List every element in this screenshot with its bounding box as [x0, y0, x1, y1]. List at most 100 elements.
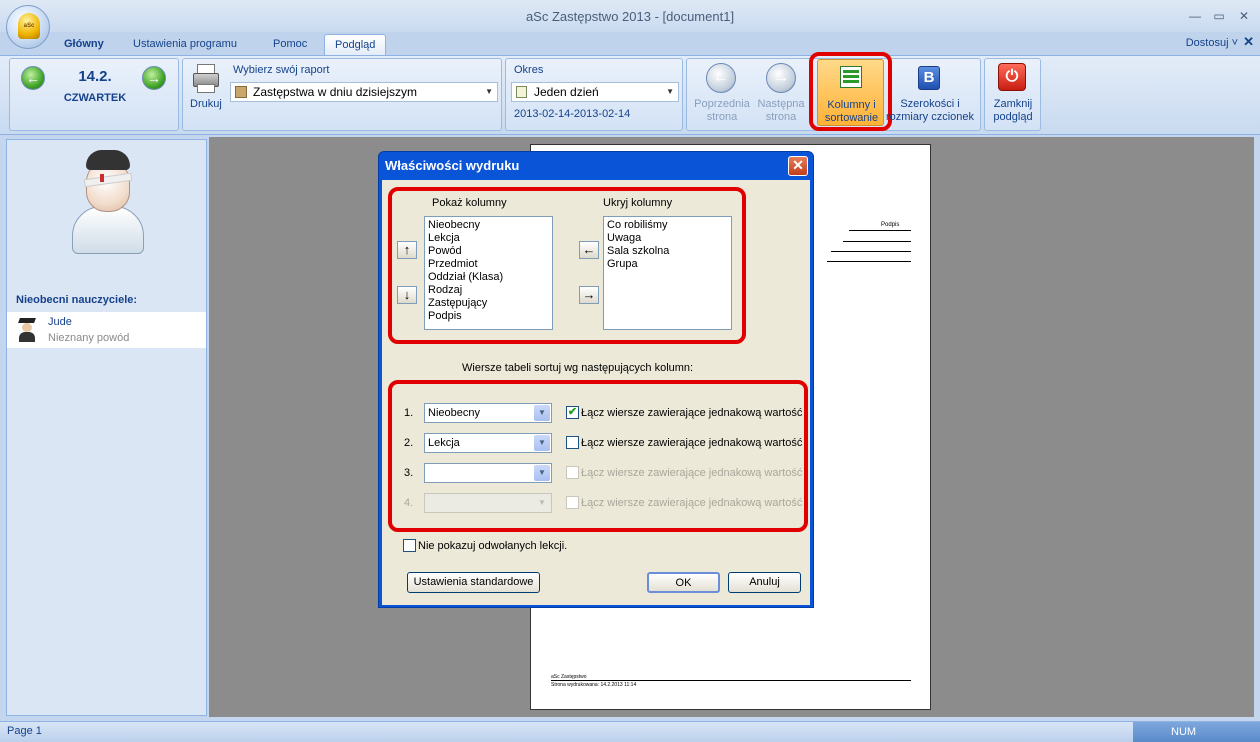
font-size-icon: B: [918, 66, 940, 90]
close-preview-button[interactable]: Zamknij podgląd: [986, 98, 1040, 124]
current-date: 14.2.: [78, 68, 112, 85]
sort-row-number: 1.: [404, 407, 414, 419]
teacher-reason: Nieznany powód: [48, 332, 130, 344]
chevron-down-icon: ▼: [534, 405, 550, 421]
status-bar: [0, 721, 1260, 742]
teacher-avatar-icon: [66, 148, 150, 256]
sort-select-3[interactable]: ▼: [424, 463, 552, 483]
tab-settings[interactable]: Ustawienia programu: [123, 34, 247, 55]
list-item[interactable]: Powód: [428, 245, 549, 258]
list-item[interactable]: Grupa: [607, 258, 728, 271]
dialog-body: Pokaż kolumny Ukryj kolumny Nieobecny Le…: [382, 180, 810, 605]
columns-icon: [840, 66, 862, 88]
merge-label-1: Łącz wiersze zawierające jednakową warto…: [581, 407, 803, 419]
show-columns-list[interactable]: Nieobecny Lekcja Powód Przedmiot Oddział…: [424, 216, 553, 330]
sort-row-number: 4.: [404, 497, 414, 509]
previous-page-icon: ←: [706, 63, 736, 93]
mdi-close-icon[interactable]: ✕: [1243, 34, 1254, 50]
page-indicator: Page 1: [7, 725, 42, 737]
arrow-up-icon: ↑: [403, 242, 411, 257]
previous-day-button[interactable]: ←: [21, 66, 45, 90]
sort-label: Wiersze tabeli sortuj wg następujących k…: [462, 362, 694, 374]
arrow-left-icon: ←: [26, 70, 40, 86]
hide-columns-list[interactable]: Co robiliśmy Uwaga Sala szkolna Grupa: [603, 216, 732, 330]
defaults-button[interactable]: Ustawienia standardowe: [407, 572, 540, 593]
move-down-button[interactable]: ↓: [397, 286, 417, 304]
chevron-down-icon: ▼: [534, 495, 550, 511]
hide-cancelled-label: Nie pokazuj odwołanych lekcji.: [418, 540, 568, 552]
merge-checkbox-2[interactable]: [566, 436, 579, 449]
calendar-icon: [516, 86, 527, 98]
merge-label-3: Łącz wiersze zawierające jednakową warto…: [581, 467, 803, 479]
hide-cancelled-checkbox[interactable]: [403, 539, 416, 552]
cancel-button[interactable]: Anuluj: [728, 572, 801, 593]
arrow-left-icon: ←: [582, 242, 596, 257]
list-item[interactable]: Nieobecny: [428, 219, 549, 232]
ok-button[interactable]: OK: [647, 572, 720, 593]
tab-glowny[interactable]: Główny: [54, 34, 114, 55]
preview-footer-2: Strona wydrukowana: 14.2.2013 11:14: [551, 682, 637, 688]
report-label: Wybierz swój raport: [233, 64, 330, 76]
power-icon: ⏻: [998, 63, 1026, 91]
list-item[interactable]: Zastępujący: [428, 297, 549, 310]
previous-page-button[interactable]: Poprzednia strona: [690, 98, 754, 124]
hide-columns-label: Ukryj kolumny: [603, 197, 673, 209]
chevron-down-icon: ▼: [485, 87, 493, 96]
teacher-list-item[interactable]: Jude Nieznany powód: [7, 312, 206, 348]
hide-column-button[interactable]: ←: [579, 241, 599, 259]
dialog-title: Właściwości wydruku: [385, 158, 520, 173]
teacher-graduate-icon: [17, 318, 37, 342]
sort-select-2[interactable]: Lekcja ▼: [424, 433, 552, 453]
period-select[interactable]: Jeden dzień ▼: [511, 82, 679, 102]
list-item[interactable]: Oddział (Klasa): [428, 271, 549, 284]
close-icon: ✕: [792, 157, 804, 173]
teacher-name: Jude: [48, 316, 72, 328]
preview-header-col: Podpis: [881, 222, 900, 228]
absent-teachers-heading: Nieobecni nauczyciele:: [16, 294, 138, 306]
merge-label-4: Łącz wiersze zawierające jednakową warto…: [581, 497, 803, 509]
show-columns-label: Pokaż kolumny: [432, 197, 507, 209]
report-select[interactable]: Zastępstwa w dniu dzisiejszym ▼: [230, 82, 498, 102]
customize-menu[interactable]: Dostosuj ˅: [1186, 37, 1238, 49]
merge-checkbox-1[interactable]: ✔: [566, 406, 579, 419]
tab-preview[interactable]: Podgląd: [324, 34, 387, 55]
printer-icon[interactable]: [191, 62, 223, 96]
tab-help[interactable]: Pomoc: [263, 34, 317, 55]
period-range: 2013-02-14-2013-02-14: [514, 108, 631, 120]
chevron-down-icon: ▼: [534, 465, 550, 481]
print-properties-dialog: Właściwości wydruku ✕ Pokaż kolumny Ukry…: [378, 151, 814, 608]
current-weekday: CZWARTEK: [63, 92, 127, 104]
application-button[interactable]: aSc: [6, 5, 50, 49]
next-day-button[interactable]: →: [142, 66, 166, 90]
list-item[interactable]: Co robiliśmy: [607, 219, 728, 232]
merge-checkbox-4[interactable]: [566, 496, 579, 509]
dialog-close-button[interactable]: ✕: [788, 156, 808, 176]
widths-fonts-button[interactable]: Szerokości i rozmiary czcionek: [883, 98, 977, 124]
sort-select-4[interactable]: ▼: [424, 493, 552, 513]
merge-checkbox-3[interactable]: [566, 466, 579, 479]
window-title: aSc Zastępstwo 2013 - [document1]: [525, 9, 735, 24]
sort-row-number: 3.: [404, 467, 414, 479]
bell-icon: aSc: [18, 13, 40, 39]
list-item[interactable]: Lekcja: [428, 232, 549, 245]
list-item[interactable]: Podpis: [428, 310, 549, 323]
arrow-right-icon: →: [147, 70, 161, 86]
period-label: Okres: [514, 64, 544, 76]
chevron-down-icon: ▼: [666, 87, 674, 96]
show-column-button[interactable]: →: [579, 286, 599, 304]
move-up-button[interactable]: ↑: [397, 241, 417, 259]
sort-row-number: 2.: [404, 437, 414, 449]
minimize-button[interactable]: —: [1187, 8, 1203, 24]
list-item[interactable]: Uwaga: [607, 232, 728, 245]
merge-label-2: Łącz wiersze zawierające jednakową warto…: [581, 437, 803, 449]
arrow-down-icon: ↓: [403, 287, 411, 302]
list-item[interactable]: Przedmiot: [428, 258, 549, 271]
chevron-down-icon: ▼: [534, 435, 550, 451]
sort-select-1[interactable]: Nieobecny ▼: [424, 403, 552, 423]
maximize-button[interactable]: ▭: [1211, 8, 1227, 24]
report-icon: [235, 86, 247, 98]
list-item[interactable]: Rodzaj: [428, 284, 549, 297]
list-item[interactable]: Sala szkolna: [607, 245, 728, 258]
print-button[interactable]: Drukuj: [190, 98, 222, 110]
close-window-button[interactable]: ✕: [1236, 8, 1252, 24]
